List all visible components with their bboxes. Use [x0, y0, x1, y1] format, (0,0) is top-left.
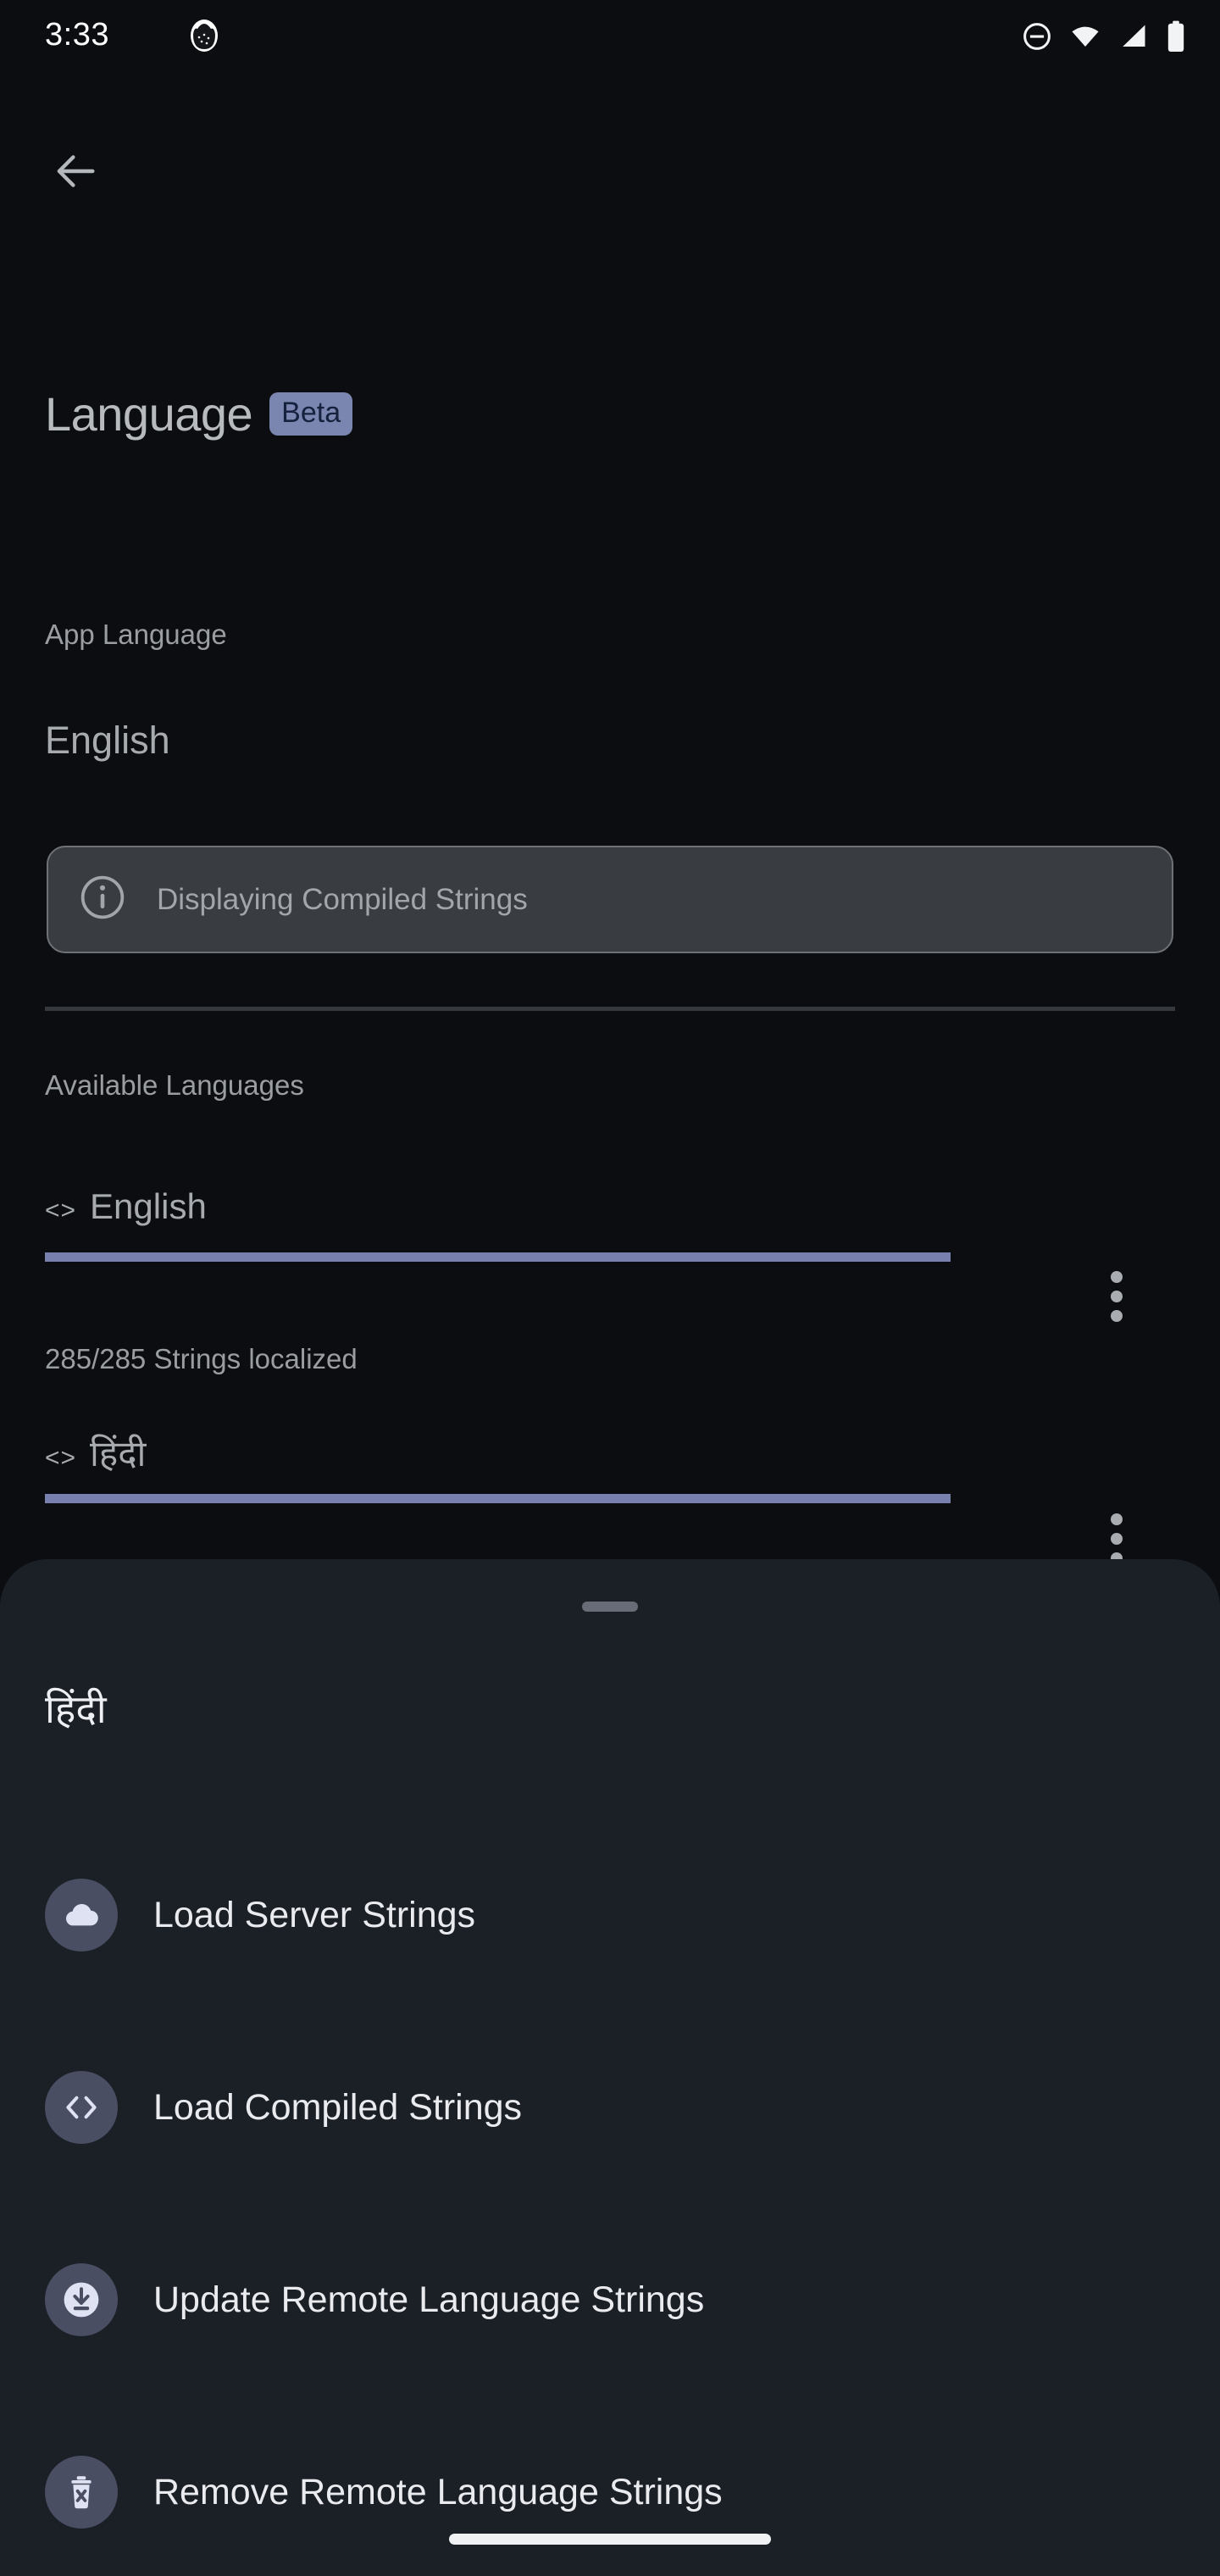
phone-screen: 3:33 Language Beta App Language English …: [0, 0, 1220, 2576]
section-divider: [45, 1007, 1175, 1011]
overflow-dot: [1111, 1310, 1123, 1322]
beta-badge: Beta: [269, 392, 353, 436]
code-icon: <>: [45, 1196, 77, 1224]
page-title-row: Language Beta: [45, 386, 353, 441]
sheet-item-load-server-strings[interactable]: Load Server Strings: [0, 1856, 1220, 1974]
sheet-item-label: Load Compiled Strings: [153, 2086, 523, 2128]
code-icon: <>: [45, 1444, 77, 1472]
info-icon: [79, 874, 126, 925]
overflow-dot: [1111, 1271, 1123, 1283]
app-language-value: English: [45, 719, 170, 762]
trash-x-icon: [45, 2456, 118, 2529]
status-bar-icons: [1022, 20, 1186, 57]
sheet-item-load-compiled-strings[interactable]: Load Compiled Strings: [0, 2048, 1220, 2167]
cloud-icon: [45, 1879, 118, 1951]
overflow-dot: [1111, 1291, 1123, 1302]
overflow-menu-english[interactable]: [1091, 1266, 1142, 1327]
language-status-english: 285/285 Strings localized: [45, 1343, 358, 1374]
bottom-sheet-title: हिंदी: [45, 1687, 107, 1731]
sheet-item-label: Remove Remote Language Strings: [153, 2471, 723, 2512]
signal-icon: [1118, 21, 1149, 56]
wifi-icon: [1069, 21, 1101, 56]
drag-handle[interactable]: [582, 1602, 638, 1612]
displaying-compiled-strings-banner[interactable]: Displaying Compiled Strings: [47, 846, 1173, 953]
sheet-item-label: Load Server Strings: [153, 1894, 476, 1935]
code-icon: [45, 2071, 118, 2144]
language-name-english[interactable]: <> English: [45, 1186, 207, 1227]
dnd-icon: [1022, 21, 1052, 56]
status-bar: 3:33: [0, 0, 1220, 71]
info-banner-text: Displaying Compiled Strings: [157, 882, 528, 916]
home-indicator[interactable]: [449, 2534, 771, 2545]
cat-app-icon: [190, 19, 219, 53]
progress-fill: [45, 1494, 951, 1503]
language-label: हिंदी: [90, 1434, 147, 1474]
progress-bar-hindi: [45, 1494, 951, 1503]
overflow-dot: [1111, 1513, 1123, 1525]
download-icon: [45, 2263, 118, 2336]
progress-bar-english: [45, 1252, 951, 1262]
progress-fill: [45, 1252, 951, 1262]
status-bar-clock: 3:33: [45, 17, 109, 53]
available-languages-label: Available Languages: [45, 1069, 304, 1101]
language-label: English: [90, 1186, 207, 1226]
page-title: Language: [45, 387, 253, 441]
back-button[interactable]: [41, 137, 112, 208]
overflow-dot: [1111, 1533, 1123, 1545]
sheet-item-label: Update Remote Language Strings: [153, 2279, 705, 2320]
back-arrow-icon: [50, 145, 103, 202]
battery-icon: [1166, 20, 1186, 57]
sheet-item-update-remote-language-strings[interactable]: Update Remote Language Strings: [0, 2240, 1220, 2359]
app-language-label: App Language: [45, 619, 227, 650]
language-name-hindi[interactable]: <> हिंदी: [45, 1429, 146, 1477]
